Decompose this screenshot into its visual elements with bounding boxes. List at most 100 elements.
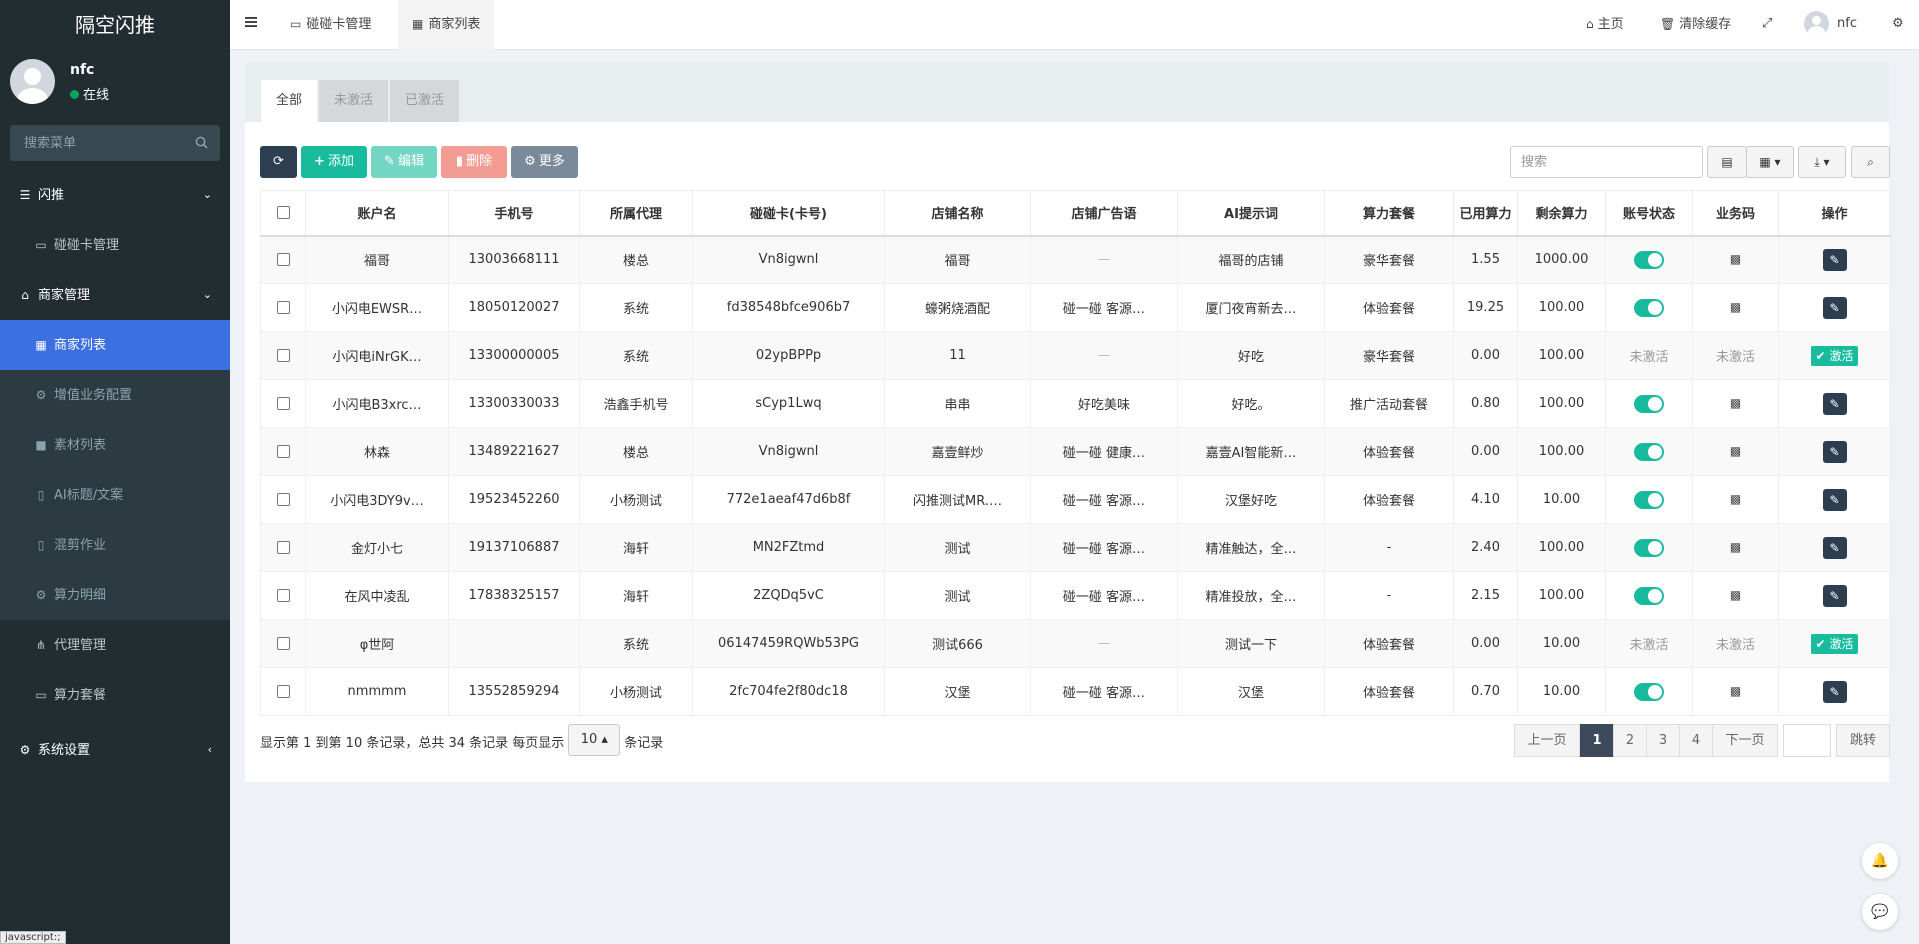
row-edit-button[interactable]: ✎ [1822,248,1847,271]
row-edit-button[interactable]: ✎ [1822,536,1847,559]
status-toggle[interactable] [1634,490,1664,509]
sidebar-item-card-manage[interactable]: ▭ 碰碰卡管理 [0,220,230,270]
table-row[interactable]: 小闪电3DY9v… 19523452260 小杨测试 772e1aeaf47d6b8f… [260,475,1891,524]
more-button[interactable]: ⚙ 更多 [511,146,578,178]
column-header[interactable]: 账号状态 [1605,190,1693,237]
page-4-button[interactable]: 4 [1679,724,1713,757]
delete-button[interactable]: ▮ 删除 [441,146,507,178]
row-checkbox[interactable] [276,637,290,650]
fullscreen-button[interactable]: ⤢ [1762,0,1772,50]
settings-button[interactable]: ⚙ [1892,0,1904,50]
column-header[interactable]: 店铺名称 [884,190,1031,237]
search-icon[interactable] [195,136,208,149]
page-2-button[interactable]: 2 [1613,724,1647,757]
row-checkbox[interactable] [276,541,290,554]
refresh-button[interactable]: ⟳ [260,146,297,178]
sidebar-item-merchant-list[interactable]: ▦ 商家列表 [0,320,230,370]
status-toggle[interactable] [1634,298,1664,317]
qrcode-icon[interactable]: ▩ [1730,588,1741,602]
next-page-button[interactable]: 下一页 [1712,724,1778,757]
tab-all[interactable]: 全部 [261,80,318,122]
page-3-button[interactable]: 3 [1646,724,1680,757]
tab-card-manage[interactable]: ▭ 碰碰卡管理 [276,0,385,50]
row-edit-button[interactable]: ✎ [1822,440,1847,463]
sidebar-item-mix-cut[interactable]: ▯ 混剪作业 [0,520,230,570]
status-toggle[interactable] [1634,394,1664,413]
sidebar-item-shantui[interactable]: ☰ 闪推 ⌄ [0,170,230,220]
advanced-search-button[interactable]: ⌕ [1851,146,1890,178]
qrcode-icon[interactable]: ▩ [1730,396,1741,410]
column-header[interactable]: 店铺广告语 [1030,190,1178,237]
qrcode-icon[interactable]: ▩ [1730,444,1741,458]
tab-merchant-list[interactable]: ▦ 商家列表 [398,0,495,50]
page-size-select[interactable]: 10 ▴ [568,724,621,756]
column-header[interactable]: 手机号 [448,190,580,237]
column-header[interactable]: 碰碰卡(卡号) [692,190,885,237]
row-checkbox[interactable] [276,253,290,267]
select-all-checkbox[interactable] [276,206,290,220]
sidebar-item-ai-title[interactable]: ▯ AI标题/文案 [0,470,230,520]
qrcode-icon[interactable]: ▩ [1730,492,1741,506]
row-edit-button[interactable]: ✎ [1822,296,1847,319]
table-row[interactable]: 金灯小七 19137106887 海轩 MN2FZtmd 测试 碰一碰 客源… 精准触达，全… [260,523,1891,572]
edit-button[interactable]: ✎ 编辑 [371,146,437,178]
row-checkbox[interactable] [276,445,290,458]
qrcode-icon[interactable]: ▩ [1730,684,1741,698]
add-button[interactable]: + 添加 [301,146,367,178]
prev-page-button[interactable]: 上一页 [1514,724,1580,757]
table-row[interactable]: 小闪电iNrGK… 13300000005 系统 02ypBPPp 11 — 好吃 豪华套餐 0… [260,331,1891,380]
sidebar-item-merchant-manage[interactable]: ⌂ 商家管理 ⌄ [0,270,230,320]
activate-button[interactable]: ✔ 激活 [1810,633,1859,654]
column-header[interactable]: 算力套餐 [1324,190,1454,237]
row-checkbox[interactable] [276,349,290,362]
column-header[interactable]: 操作 [1778,190,1891,237]
page-1-button[interactable]: 1 [1580,724,1614,757]
qrcode-icon[interactable]: ▩ [1730,540,1741,554]
toggle-view-button[interactable]: ▤ [1707,146,1747,178]
status-toggle[interactable] [1634,538,1664,557]
sidebar-item-materials[interactable]: ■ 素材列表 [0,420,230,470]
column-header[interactable]: 账户名 [305,190,449,237]
tab-inactive[interactable]: 未激活 [319,80,389,122]
status-toggle[interactable] [1634,586,1664,605]
status-toggle[interactable] [1634,442,1664,461]
table-row[interactable]: φ世阿 系统 06147459RQWb53PG 测试666 — 测试一下 体验套餐 0.00 1… [260,619,1891,668]
row-checkbox[interactable] [276,685,290,698]
notification-bell-button[interactable]: 🔔 [1862,843,1898,879]
row-checkbox[interactable] [276,493,290,506]
menu-toggle-icon[interactable] [244,15,258,29]
row-edit-button[interactable]: ✎ [1822,392,1847,415]
jump-page-input[interactable] [1783,724,1831,757]
user-menu[interactable]: nfc [1804,0,1857,50]
sidebar-item-agent-manage[interactable]: ⋔ 代理管理 [0,620,230,670]
table-row[interactable]: 小闪电EWSR… 18050120027 系统 fd38548bfce906b7 蠔粥烧… [260,283,1891,332]
sidebar-search-input[interactable] [10,125,220,161]
clear-cache-link[interactable]: 🗑 清除缓存 [1660,0,1731,50]
jump-button[interactable]: 跳转 [1836,724,1890,757]
status-toggle[interactable] [1634,682,1664,701]
columns-button[interactable]: ▦ ▾ [1746,146,1794,178]
activate-button[interactable]: ✔ 激活 [1810,345,1859,366]
table-row[interactable]: 福哥 13003668111 楼总 Vn8igwnl 福哥 — 福哥的店铺 豪华套餐 1.55 1… [260,235,1891,284]
tab-activated[interactable]: 已激活 [390,80,460,122]
export-button[interactable]: ⤓ ▾ [1798,146,1846,178]
sidebar-item-value-added[interactable]: ⚙ 增值业务配置 [0,370,230,420]
row-edit-button[interactable]: ✎ [1822,680,1847,703]
table-search-input[interactable] [1510,146,1703,178]
row-checkbox[interactable] [276,301,290,314]
column-header[interactable]: 所属代理 [579,190,693,237]
table-row[interactable]: 在风中凌乱 17838325157 海轩 2ZQDq5vC 测试 碰一碰 客源… 精准投放，… [260,571,1891,620]
column-header[interactable]: 剩余算力 [1517,190,1606,237]
table-row[interactable]: 林森 13489221627 楼总 Vn8igwnl 嘉壹鲜炒 碰一碰 健康… 嘉壹AI智能… [260,427,1891,476]
qrcode-icon[interactable]: ▩ [1730,300,1741,314]
sidebar-item-system-settings[interactable]: ⚙ 系统设置 ‹ [0,725,230,775]
column-header[interactable]: 已用算力 [1453,190,1518,237]
row-edit-button[interactable]: ✎ [1822,488,1847,511]
home-link[interactable]: ⌂ 主页 [1586,0,1624,50]
row-edit-button[interactable]: ✎ [1822,584,1847,607]
table-row[interactable]: nmmmm 13552859294 小杨测试 2fc704fe2f80dc18 汉堡 碰一… [260,667,1891,716]
table-row[interactable]: 小闪电B3xrc… 13300330033 浩鑫手机号 sCyp1Lwq 串串 好吃美味 好… [260,379,1891,428]
sidebar-item-compute-package[interactable]: ▭ 算力套餐 [0,670,230,720]
status-toggle[interactable] [1634,250,1664,269]
column-header[interactable]: 业务码 [1692,190,1779,237]
